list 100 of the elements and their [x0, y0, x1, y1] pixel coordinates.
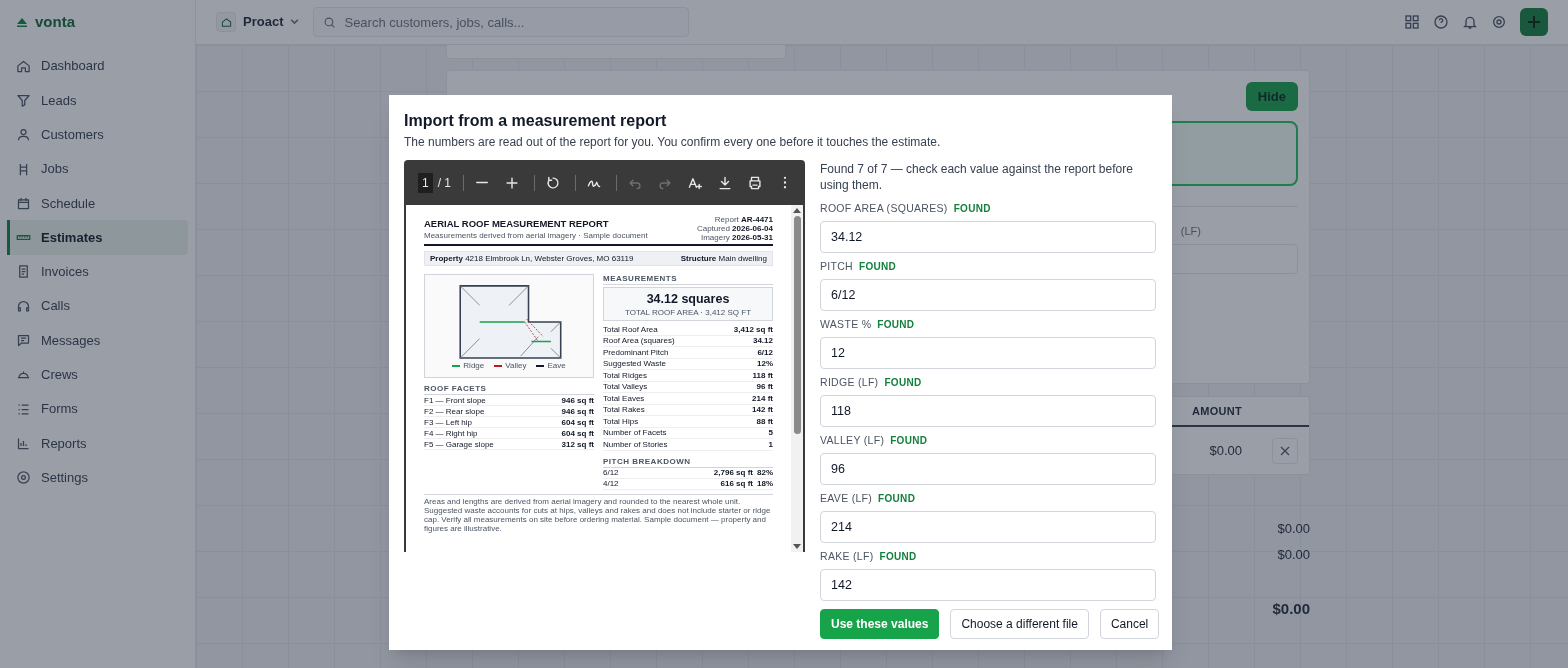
download-icon: [718, 175, 732, 190]
section-heading: MEASUREMENTS: [603, 274, 773, 285]
input-field[interactable]: 118: [820, 395, 1156, 427]
measurement-label: Predominant Pitch: [603, 347, 669, 357]
bell-icon[interactable]: [1462, 14, 1478, 30]
remove-button[interactable]: [1272, 437, 1298, 464]
zoom-out-icon: [476, 181, 489, 184]
pitch-label: 6/12: [603, 468, 619, 477]
rotate-icon: [546, 175, 561, 190]
document-icon: [16, 264, 31, 280]
input-field[interactable]: 214: [820, 511, 1156, 543]
measurement-value: 34.12: [752, 336, 773, 346]
facet-area: 604 sq ft: [561, 417, 594, 427]
sidebar-item[interactable]: Crews: [7, 357, 188, 392]
pitch-area: 616 sq ft: [720, 479, 753, 488]
facet-name: F3 — Left hip: [424, 417, 473, 427]
footnote: Areas and lengths are derived from aerial imagery and rounded to the nearest whole unit. Suggested waste accounts for cuts at hips, valleys and rakes and does not include starter or ridge cap. Verify all measurements on site before ordering material. Sample document — property and figures are illustrative.: [424, 493, 773, 533]
sidebar-item[interactable]: Customers: [7, 117, 188, 152]
sidebar-item[interactable]: Messages: [7, 323, 188, 358]
measurement-value: 1: [768, 439, 773, 449]
sidebar-item[interactable]: Estimates: [7, 220, 188, 255]
measurement-label: Total Rakes: [603, 405, 645, 415]
zoom-in-icon: [505, 175, 520, 190]
home-icon: [16, 58, 31, 74]
total-amount: $0.00: [1277, 546, 1310, 564]
sidebar-item[interactable]: Invoices: [7, 254, 188, 290]
pitch-share: 18%: [757, 479, 773, 488]
facet-area: 946 sq ft: [561, 395, 594, 405]
report-meta: Imagery 2026-05-31: [700, 233, 773, 242]
sidebar-item[interactable]: Schedule: [7, 186, 188, 221]
pitch-label: 4/12: [603, 479, 619, 488]
total-amount: $0.00: [1272, 599, 1310, 619]
search-icon: [323, 16, 337, 29]
measurement-value: 12%: [757, 359, 773, 369]
report-title: AERIAL ROOF MEASUREMENT REPORT: [424, 218, 610, 229]
section-heading: PITCH BREAKDOWN: [603, 456, 773, 468]
measurement-value: 6/12: [757, 347, 773, 357]
measurement-label: Total Hips: [603, 416, 639, 426]
measurement-value: 88 ft: [756, 416, 773, 426]
list-icon: [16, 401, 31, 417]
home-icon: [216, 12, 236, 32]
measurement-value: 3,412 sq ft: [733, 324, 773, 334]
logo-icon: [17, 18, 27, 27]
field-label: RAKE (LF): [820, 548, 874, 564]
status-text: FOUND: [890, 434, 928, 448]
status-text: FOUND: [878, 492, 916, 506]
sidebar-item[interactable]: Forms: [7, 391, 188, 427]
headline-value: 34.12 squares: [646, 291, 730, 306]
person-icon: [16, 127, 31, 143]
add-button[interactable]: [1520, 8, 1548, 36]
sidebar-item[interactable]: Settings: [7, 460, 188, 495]
search-field[interactable]: Search customers, jobs, calls...: [313, 7, 690, 37]
input-field[interactable]: 12: [820, 337, 1156, 369]
summary-text: Found 7 of 7 — check each value against the report before using them.: [820, 161, 1134, 193]
measurement-label: Roof Area (squares): [603, 336, 675, 346]
sidebar-item[interactable]: Jobs: [7, 151, 188, 187]
sidebar-item[interactable]: Dashboard: [7, 49, 188, 84]
action-button[interactable]: Cancel: [1099, 609, 1160, 639]
measurement-value: 142 ft: [752, 405, 773, 415]
action-button[interactable]: Use these values: [820, 609, 940, 639]
section-heading: ROOF FACETS: [424, 384, 594, 395]
report-meta: Captured 2026-06-04: [696, 224, 773, 233]
workspace-switcher[interactable]: Proact: [216, 12, 300, 32]
measurement-value: 118 ft: [752, 370, 773, 380]
headset-icon: [16, 298, 31, 314]
report-subtitle: Measurements derived from aerial imagery · Sample document: [424, 231, 648, 240]
input-field[interactable]: 6/12: [820, 279, 1156, 311]
input-field[interactable]: 34.12: [820, 221, 1156, 253]
scrollbar[interactable]: [791, 205, 803, 552]
measurement-value: 214 ft: [752, 393, 773, 403]
measurement-label: Total Eaves: [603, 393, 645, 403]
logo: vonta: [35, 12, 75, 33]
structure-text: Structure Main dwelling: [680, 254, 767, 263]
sidebar-item[interactable]: Reports: [7, 426, 188, 461]
legend-label: Eave: [547, 361, 566, 370]
facet-area: 312 sq ft: [561, 439, 594, 449]
table-cell-text: $0.00: [1209, 441, 1242, 460]
facet-name: F1 — Front slope: [424, 395, 486, 405]
page-number-field[interactable]: 1: [418, 172, 433, 193]
measurement-label: Total Ridges: [603, 370, 648, 380]
field-label: ROOF AREA (SQUARES): [820, 200, 948, 216]
status-text: FOUND: [877, 318, 915, 332]
help-icon[interactable]: [1433, 14, 1449, 30]
measurement-label: Total Roof Area: [603, 324, 658, 334]
page-count: / 1: [437, 174, 452, 192]
pitch-share: 82%: [757, 468, 773, 477]
field-label: PITCH: [820, 258, 853, 274]
field-label: (LF): [1180, 224, 1201, 239]
facet-name: F4 — Right hip: [424, 428, 478, 438]
action-button[interactable]: Choose a different file: [950, 609, 1089, 639]
print-icon: [748, 175, 762, 190]
facet-area: 604 sq ft: [561, 428, 594, 438]
grid-icon[interactable]: [1404, 14, 1420, 30]
measurement-value: 5: [768, 428, 773, 438]
sidebar-item[interactable]: Leads: [7, 83, 188, 118]
input-field[interactable]: 96: [820, 453, 1156, 485]
total-amount: $0.00: [1277, 520, 1310, 538]
sidebar-item[interactable]: Calls: [7, 289, 188, 324]
plus-icon: [1526, 14, 1542, 30]
input-field[interactable]: 142: [820, 569, 1156, 601]
